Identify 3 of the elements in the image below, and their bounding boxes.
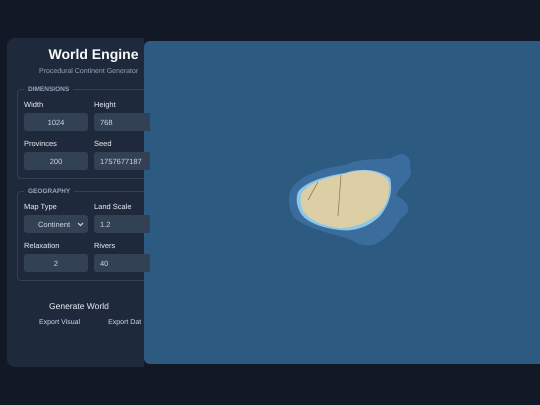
app-title: World Engine <box>48 46 140 62</box>
chevron-down-icon <box>77 222 84 226</box>
generate-button[interactable]: Generate World <box>49 301 109 311</box>
